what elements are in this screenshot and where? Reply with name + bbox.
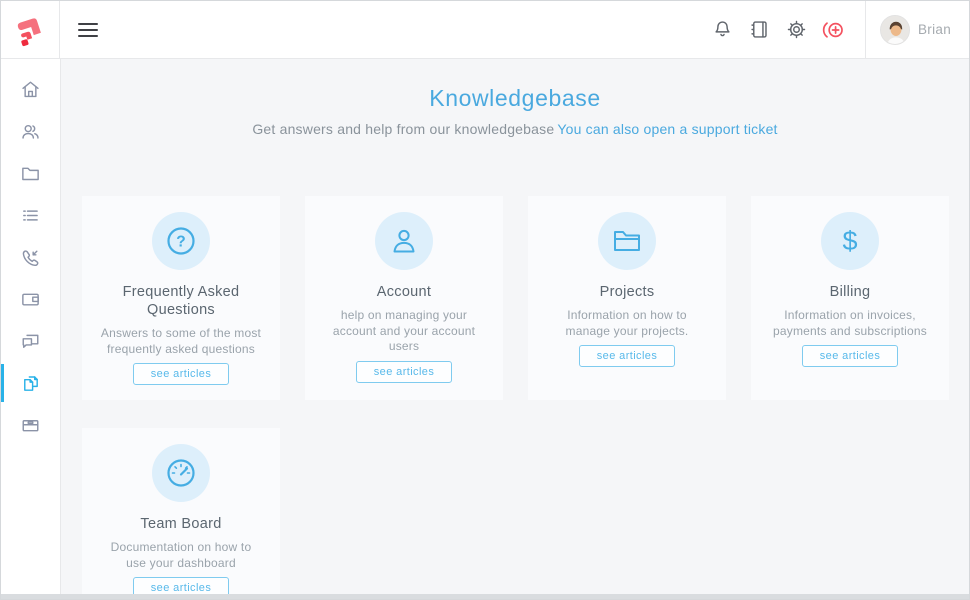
subtitle-text: Get answers and help from our knowledgeb… (252, 121, 554, 137)
card-team-board: Team Board Documentation on how to use y… (82, 428, 280, 599)
sidebar-item-knowledgebase[interactable] (1, 362, 60, 404)
question-mark-icon: ? (165, 225, 197, 257)
wallet-icon (20, 289, 41, 310)
card-account-icon-circle (375, 212, 433, 270)
card-projects-icon-circle (598, 212, 656, 270)
user-menu[interactable]: Brian (866, 1, 969, 58)
list-icon (20, 205, 41, 226)
speedometer-icon (165, 457, 197, 489)
sidebar-item-calls[interactable] (1, 236, 60, 278)
phone-incoming-icon (20, 247, 41, 268)
card-title: Frequently Asked Questions (100, 283, 262, 319)
header-actions: Brian (705, 1, 969, 58)
sidebar-item-folder[interactable] (1, 152, 60, 194)
card-account: Account help on managing your account an… (305, 196, 503, 400)
app-logo[interactable] (1, 1, 60, 58)
folder-icon (20, 163, 41, 184)
dollar-icon: $ (834, 224, 866, 258)
card-team-board-icon-circle (152, 444, 210, 502)
svg-text:?: ? (176, 234, 185, 251)
see-articles-button-account[interactable]: see articles (356, 361, 452, 383)
sidebar-item-list[interactable] (1, 194, 60, 236)
sidebar-item-archive[interactable] (1, 404, 60, 446)
open-folder-icon (610, 225, 644, 257)
page-title: Knowledgebase (61, 85, 969, 112)
knowledgebase-cards: ? Frequently Asked Questions Answers to … (82, 196, 950, 599)
sidebar-item-messages[interactable] (1, 320, 60, 362)
user-icon (388, 225, 420, 257)
hamburger-menu-button[interactable] (72, 17, 104, 43)
card-title: Projects (546, 283, 708, 301)
sidebar-item-payments[interactable] (1, 278, 60, 320)
horizontal-scrollbar[interactable] (1, 594, 969, 599)
card-description: Answers to some of the most frequently a… (100, 326, 262, 357)
notifications-bell-icon[interactable] (705, 12, 741, 48)
main-content: Knowledgebase Get answers and help from … (61, 59, 969, 599)
chat-icon (20, 331, 41, 352)
see-articles-button-billing[interactable]: see articles (802, 345, 898, 367)
see-articles-button-faq[interactable]: see articles (133, 363, 229, 385)
card-description: Information on how to manage your projec… (546, 308, 708, 339)
card-faq: ? Frequently Asked Questions Answers to … (82, 196, 280, 400)
top-header: Brian (1, 1, 969, 59)
sidebar-item-users[interactable] (1, 110, 60, 152)
card-title: Account (323, 283, 485, 301)
sidebar (1, 59, 61, 599)
notebook-icon[interactable] (742, 12, 778, 48)
card-billing: $ Billing Information on invoices, payme… (751, 196, 949, 400)
home-icon (20, 79, 41, 100)
svg-text:$: $ (842, 226, 857, 256)
page-subtitle: Get answers and help from our knowledgeb… (61, 121, 969, 137)
support-ticket-link[interactable]: You can also open a support ticket (557, 121, 777, 137)
card-title: Team Board (100, 515, 262, 533)
card-title: Billing (769, 283, 931, 301)
users-icon (20, 121, 41, 142)
card-description: Documentation on how to use your dashboa… (100, 540, 262, 571)
card-description: help on managing your account and your a… (323, 308, 485, 355)
brand-logo-icon (13, 12, 47, 48)
card-projects: Projects Information on how to manage yo… (528, 196, 726, 400)
app-window: Brian (0, 0, 970, 600)
see-articles-button-projects[interactable]: see articles (579, 345, 675, 367)
user-name: Brian (918, 22, 951, 37)
user-avatar (880, 15, 910, 45)
settings-gear-icon[interactable] (779, 12, 815, 48)
card-billing-icon-circle: $ (821, 212, 879, 270)
documents-icon (20, 373, 41, 394)
card-description: Information on invoices, payments and su… (769, 308, 931, 339)
archive-box-icon (20, 415, 41, 436)
sidebar-item-home[interactable] (1, 68, 60, 110)
card-faq-icon-circle: ? (152, 212, 210, 270)
quick-add-icon[interactable] (816, 12, 852, 48)
